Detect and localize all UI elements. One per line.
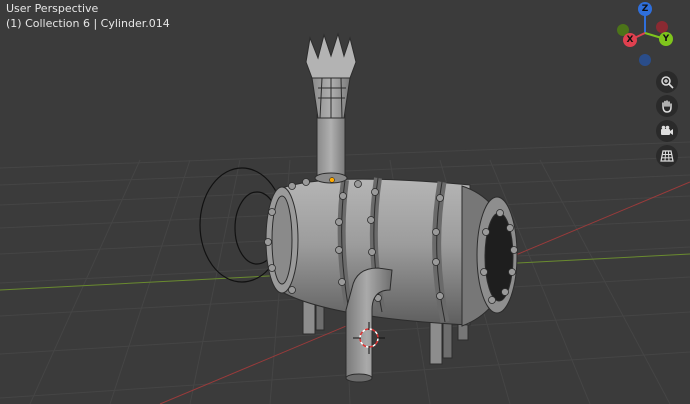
view-name: User Perspective (6, 2, 99, 15)
hand-icon (662, 100, 672, 113)
grid-icon (660, 150, 674, 162)
zoom-icon (661, 76, 674, 89)
gizmo-y-axis[interactable]: Y (659, 32, 673, 46)
gizmo-x-axis[interactable]: X (623, 33, 637, 47)
pan-button[interactable] (656, 95, 678, 117)
zoom-button[interactable] (656, 71, 678, 93)
3d-viewport[interactable] (0, 0, 690, 404)
ortho-toggle-button[interactable] (656, 145, 678, 167)
collection-info: (1) Collection 6 | Cylinder.014 (6, 17, 170, 30)
camera-icon (661, 125, 673, 135)
camera-view-button[interactable] (656, 120, 678, 142)
origin-dot (329, 177, 335, 183)
gizmo-z-axis[interactable]: Z (638, 2, 652, 16)
